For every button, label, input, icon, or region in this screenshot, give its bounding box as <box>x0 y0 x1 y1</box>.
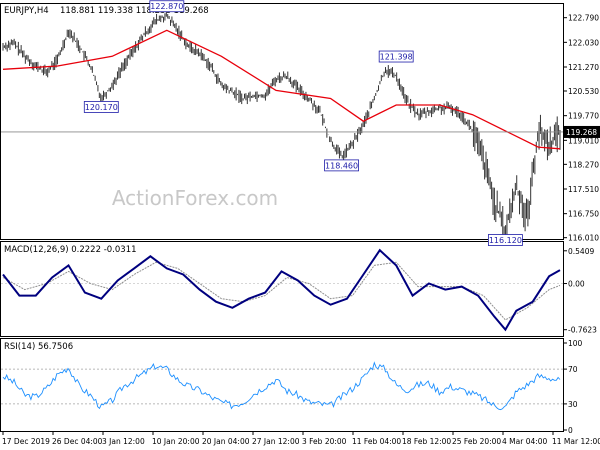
x-tick-label: 26 Dec 04:00 <box>52 437 103 446</box>
rsi-tick-label: 30 <box>568 400 578 409</box>
price-annotation-label: 121.398 <box>380 53 413 62</box>
price-annotation-label: 116.120 <box>489 236 522 245</box>
x-tick-label: 3 Feb 20:00 <box>302 437 347 446</box>
current-price-label: 119.268 <box>566 128 597 137</box>
rsi-panel-frame <box>0 338 564 432</box>
price-annotation-label: 118.460 <box>325 161 358 170</box>
rsi-title: RSI(14) 56.7506 <box>4 342 73 352</box>
price-tick-label: 121.270 <box>568 63 599 72</box>
time-x-axis: 17 Dec 2019 26 Dec 04:00 3 Jan 12:00 10 Jan… <box>2 431 600 446</box>
rsi-tick-label: 0 <box>568 426 573 435</box>
price-annotation-label: 120.170 <box>85 103 118 112</box>
price-tick-label: 120.530 <box>568 87 599 96</box>
rsi-tick-label: 100 <box>568 339 583 348</box>
x-tick-label: 18 Feb 12:00 <box>402 437 451 446</box>
x-tick-label: 27 Jan 12:00 <box>252 437 300 446</box>
price-tick-label: 119.770 <box>568 112 599 121</box>
price-tick-label: 122.790 <box>568 14 599 23</box>
x-tick-label: 3 Jan 12:00 <box>102 437 145 446</box>
ohlc-readout: 118.881 119.338 118.238 119.268 <box>60 6 209 16</box>
macd-title: MACD(12,26,9) 0.2222 -0.0311 <box>4 245 137 255</box>
price-tick-label: 117.510 <box>568 185 599 194</box>
symbol-timeframe: EURJPY,H4 <box>4 6 49 16</box>
macd-tick-label: 0.5409 <box>568 247 594 256</box>
macd-panel-frame <box>0 241 564 337</box>
watermark: ActionForex.com <box>112 186 278 210</box>
x-tick-label: 17 Dec 2019 <box>2 437 50 446</box>
price-panel-frame <box>0 3 564 240</box>
price-tick-label: 122.030 <box>568 38 599 47</box>
macd-tick-label: 0.00 <box>568 280 585 289</box>
x-tick-label: 25 Feb 20:00 <box>452 437 501 446</box>
price-tick-label: 116.750 <box>568 210 599 219</box>
x-tick-label: 10 Jan 20:00 <box>152 437 200 446</box>
macd-tick-label: -0.7623 <box>568 326 597 335</box>
x-tick-label: 20 Jan 04:00 <box>202 437 250 446</box>
price-tick-label: 116.010 <box>568 234 599 243</box>
x-tick-label: 4 Mar 04:00 <box>502 437 548 446</box>
macd-y-axis: 0.5409 0.00 -0.7623 <box>563 247 597 335</box>
rsi-y-axis: 100 70 30 0 <box>563 339 583 435</box>
x-tick-label: 11 Feb 04:00 <box>352 437 401 446</box>
rsi-tick-label: 70 <box>568 365 578 374</box>
chart-canvas: ActionForex.com EURJPY,H4 118.881 119.33… <box>0 0 600 446</box>
price-tick-label: 118.270 <box>568 160 599 169</box>
x-tick-label: 11 Mar 12:00 <box>552 437 600 446</box>
price-annotation-label: 122.870 <box>150 2 183 11</box>
